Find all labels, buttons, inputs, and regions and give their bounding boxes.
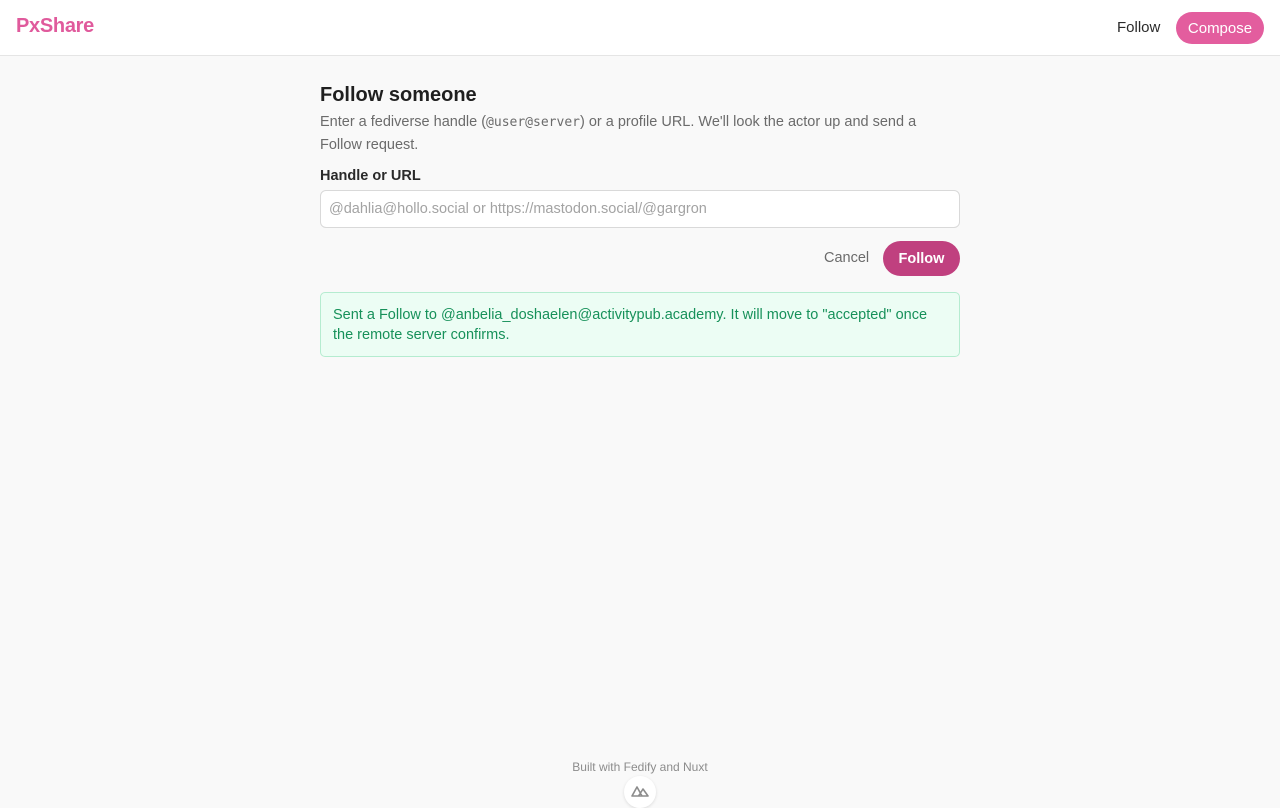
- nuxt-logo-icon: [631, 786, 649, 797]
- handle-field-label: Handle or URL: [320, 168, 421, 184]
- footer-credit: Built with Fedify and Nuxt: [572, 760, 708, 774]
- compose-button[interactable]: Compose: [1176, 12, 1264, 44]
- handle-format-code: @user@server: [486, 115, 580, 130]
- page-title: Follow someone: [320, 84, 477, 106]
- success-message: Sent a Follow to @anbelia_doshaelen@acti…: [320, 292, 960, 357]
- handle-input[interactable]: [320, 190, 960, 228]
- nuxt-badge[interactable]: [624, 776, 656, 808]
- follow-form-section: Follow someone Enter a fediverse handle …: [320, 82, 960, 357]
- follow-button[interactable]: Follow: [883, 241, 960, 276]
- page-description: Enter a fediverse handle (@user@server) …: [320, 111, 950, 156]
- top-bar: PxShare Follow Compose: [0, 0, 1280, 56]
- nav-follow-link[interactable]: Follow: [1117, 19, 1160, 36]
- cancel-button[interactable]: Cancel: [818, 240, 875, 276]
- brand-logo[interactable]: PxShare: [16, 15, 94, 38]
- description-text-start: Enter a fediverse handle (: [320, 114, 487, 130]
